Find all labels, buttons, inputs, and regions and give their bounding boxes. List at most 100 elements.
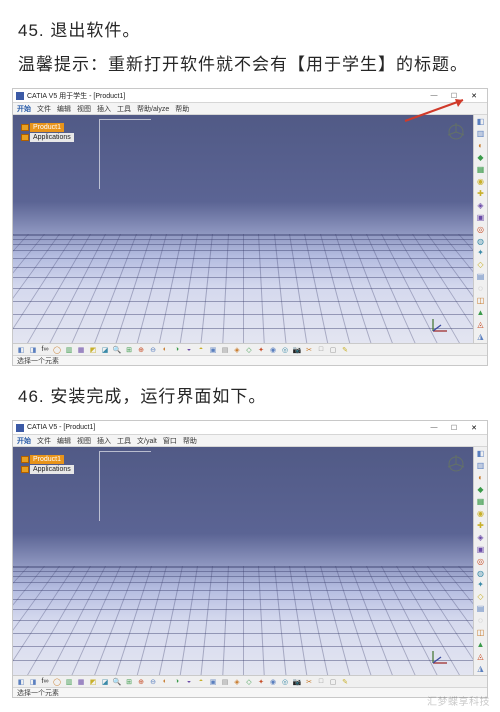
menu-analyze[interactable]: 帮助/alyze (137, 104, 169, 114)
tool-icon[interactable]: ◉ (268, 345, 278, 355)
tree-applications[interactable]: Applications (30, 133, 74, 142)
tool-icon[interactable]: f∞ (40, 677, 50, 687)
menu-analyze[interactable]: 文/yalt (137, 436, 157, 446)
tool-icon[interactable]: ◓ (196, 345, 206, 355)
tool-icon[interactable]: ◒ (184, 677, 194, 687)
tool-icon[interactable]: ◎ (475, 224, 486, 235)
menu-window[interactable]: 窗口 (163, 436, 177, 446)
tool-icon[interactable]: ◉ (268, 677, 278, 687)
tool-icon[interactable]: ◮ (475, 663, 486, 674)
tool-icon[interactable]: ⊕ (136, 677, 146, 687)
tool-icon[interactable]: ▦ (475, 496, 486, 507)
tool-icon[interactable]: ▤ (475, 603, 486, 614)
tool-icon[interactable]: ◉ (475, 508, 486, 519)
menu-file[interactable]: 文件 (37, 104, 51, 114)
tool-icon[interactable]: ◨ (28, 345, 38, 355)
tool-icon[interactable]: ◇ (475, 591, 486, 602)
compass-icon[interactable] (445, 453, 467, 475)
tool-icon[interactable]: ▲ (475, 639, 486, 650)
tool-icon[interactable]: ◪ (100, 677, 110, 687)
menu-tools[interactable]: 工具 (117, 436, 131, 446)
tool-icon[interactable]: ⊞ (124, 345, 134, 355)
minimize-button[interactable]: — (424, 422, 444, 434)
menu-view[interactable]: 视图 (77, 436, 91, 446)
tool-icon[interactable]: ◇ (244, 677, 254, 687)
tool-icon[interactable]: ▣ (208, 677, 218, 687)
tool-icon[interactable]: ◫ (475, 295, 486, 306)
tool-icon[interactable]: ◍ (475, 236, 486, 247)
tool-icon[interactable]: ⊞ (124, 677, 134, 687)
tool-icon[interactable]: ◮ (475, 331, 486, 342)
tool-icon[interactable]: ✂ (304, 677, 314, 687)
tool-icon[interactable]: 🔍 (112, 677, 122, 687)
tool-icon[interactable]: ◎ (475, 556, 486, 567)
tool-icon[interactable]: ✚ (475, 188, 486, 199)
tool-icon[interactable]: ▦ (76, 677, 86, 687)
tool-icon[interactable]: ◫ (475, 627, 486, 638)
tool-icon[interactable]: ✦ (256, 677, 266, 687)
tool-icon[interactable]: ◑ (172, 677, 182, 687)
tool-icon[interactable]: ⊖ (148, 677, 158, 687)
compass-icon[interactable] (445, 121, 467, 143)
tree-product[interactable]: Product1 (30, 455, 64, 464)
tool-icon[interactable]: ▤ (220, 345, 230, 355)
tool-icon[interactable]: ◪ (100, 345, 110, 355)
menu-help[interactable]: 帮助 (175, 104, 189, 114)
tool-icon[interactable]: ◎ (280, 677, 290, 687)
tool-icon[interactable]: ▢ (328, 677, 338, 687)
model-tree[interactable]: Product1 Applications (21, 123, 74, 143)
tool-icon[interactable]: 📷 (292, 345, 302, 355)
close-button[interactable]: ✕ (464, 90, 484, 102)
tool-icon[interactable]: ✂ (304, 345, 314, 355)
tool-icon[interactable]: ✚ (475, 520, 486, 531)
menu-start[interactable]: 开始 (17, 436, 31, 446)
tool-icon[interactable]: ◌ (475, 615, 486, 626)
tool-icon[interactable]: ◆ (475, 152, 486, 163)
tool-icon[interactable]: ▣ (208, 345, 218, 355)
tool-icon[interactable]: ◐ (475, 472, 486, 483)
tool-icon[interactable]: ⊖ (148, 345, 158, 355)
tool-icon[interactable]: ◉ (475, 176, 486, 187)
viewport[interactable]: Product1 Applications (13, 115, 473, 343)
tree-applications[interactable]: Applications (30, 465, 74, 474)
tool-icon[interactable]: ◐ (160, 345, 170, 355)
tool-icon[interactable]: ✦ (475, 579, 486, 590)
tool-icon[interactable]: 🔍 (112, 345, 122, 355)
tool-icon[interactable]: ◯ (52, 677, 62, 687)
tool-icon[interactable]: f∞ (40, 345, 50, 355)
tool-icon[interactable]: ▦ (76, 345, 86, 355)
minimize-button[interactable]: — (424, 90, 444, 102)
tool-icon[interactable]: □ (316, 345, 326, 355)
maximize-button[interactable]: ☐ (444, 422, 464, 434)
tool-icon[interactable]: ✦ (256, 345, 266, 355)
tool-icon[interactable]: ◆ (475, 484, 486, 495)
close-button[interactable]: ✕ (464, 422, 484, 434)
tool-icon[interactable]: ▥ (64, 345, 74, 355)
tool-icon[interactable]: ◑ (172, 345, 182, 355)
tool-icon[interactable]: ◩ (88, 677, 98, 687)
tool-icon[interactable]: ⊕ (136, 345, 146, 355)
tool-icon[interactable]: ◒ (184, 345, 194, 355)
tool-icon[interactable]: ◍ (475, 568, 486, 579)
tool-icon[interactable]: ◬ (475, 319, 486, 330)
model-tree[interactable]: Product1 Applications (21, 455, 74, 475)
tool-icon[interactable]: ◇ (475, 259, 486, 270)
tool-icon[interactable]: ◓ (196, 677, 206, 687)
tool-icon[interactable]: □ (316, 677, 326, 687)
menu-insert[interactable]: 插入 (97, 436, 111, 446)
tool-icon[interactable]: 📷 (292, 677, 302, 687)
tree-product[interactable]: Product1 (30, 123, 64, 132)
tool-icon[interactable]: ▥ (64, 677, 74, 687)
menu-help[interactable]: 帮助 (183, 436, 197, 446)
tool-icon[interactable]: ◐ (160, 677, 170, 687)
tool-icon[interactable]: ◧ (16, 345, 26, 355)
tool-icon[interactable]: ▦ (475, 164, 486, 175)
tool-icon[interactable]: ◨ (28, 677, 38, 687)
tool-icon[interactable]: ◩ (88, 345, 98, 355)
tool-icon[interactable]: ◬ (475, 651, 486, 662)
menu-tools[interactable]: 工具 (117, 104, 131, 114)
viewport[interactable]: Product1 Applications (13, 447, 473, 675)
tool-icon[interactable]: ◌ (475, 283, 486, 294)
tool-icon[interactable]: ◎ (280, 345, 290, 355)
tool-icon[interactable]: ◧ (16, 677, 26, 687)
